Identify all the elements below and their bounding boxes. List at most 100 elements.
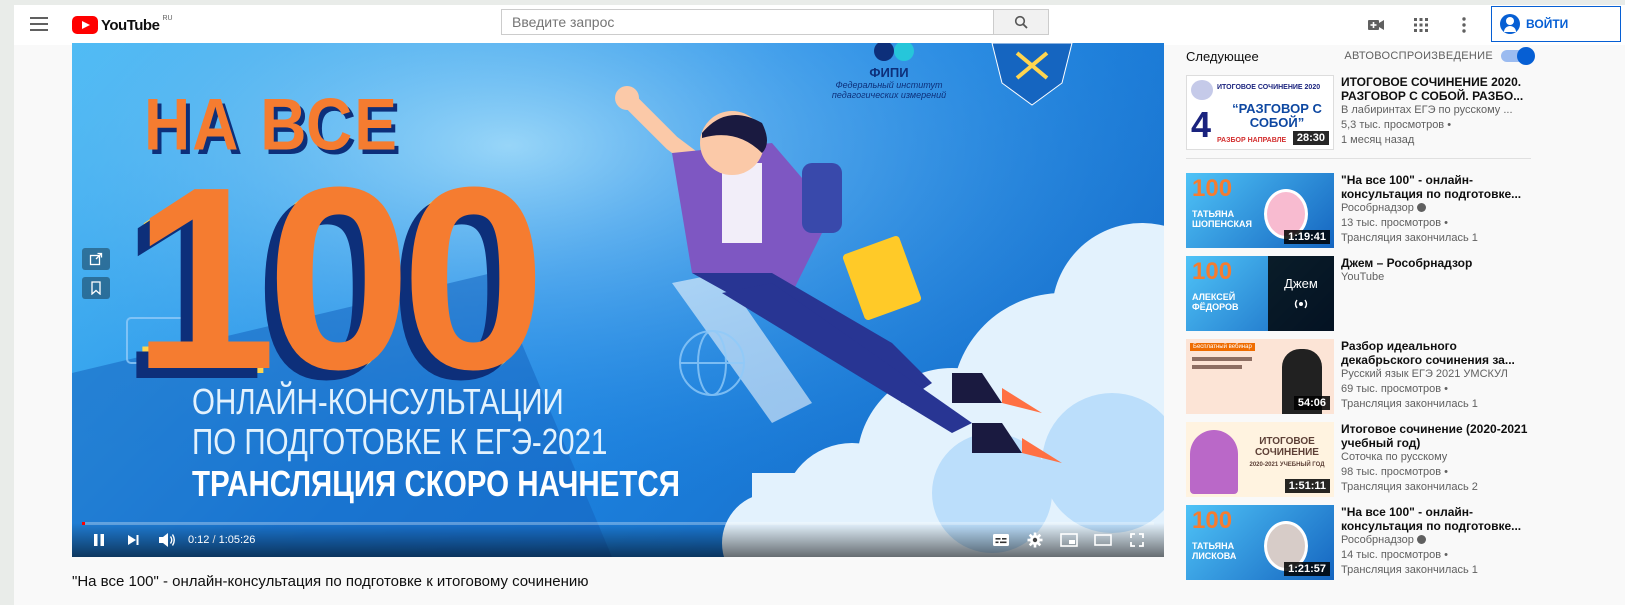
video-title[interactable]: "На все 100" - онлайн-консультация по по… [1341,173,1531,201]
video-meta: "На все 100" - онлайн-консультация по по… [1341,173,1531,248]
banner-subtitle-1: ОНЛАЙН-КОНСУЛЬТАЦИИ [192,381,564,422]
video-duration: 1:21:57 [1284,562,1330,576]
broadcast-icon [1294,299,1308,309]
logo-region: RU [162,15,173,22]
banner-big-number: 100 [132,134,546,424]
video-thumbnail[interactable]: Бесплатный вебинар 54:06 [1186,339,1334,414]
video-thumbnail[interactable]: 100 ТАТЬЯНА ШОПЕНСКАЯ 1:19:41 [1186,173,1334,248]
recommended-video-card[interactable]: ИТОГОВОЕ СОЧИНЕНИЕ 2020-2021 УЧЕБНЫЙ ГОД… [1186,422,1531,497]
view-count: 14 тыс. просмотров • [1341,549,1449,561]
hamburger-menu-icon[interactable] [30,17,48,31]
stream-status: Трансляция закончилась 1 [1341,564,1478,576]
video-title: "На все 100" - онлайн-консультация по по… [72,573,589,590]
channel-name[interactable]: В лабиринтах ЕГЭ по русскому ... [1341,103,1531,118]
sign-in-button[interactable]: ВОЙТИ [1491,6,1621,42]
channel-row: Рособрнадзор [1341,533,1531,548]
video-thumbnail[interactable]: 100 ТАТЬЯНА ЛИСКОВА 1:21:57 [1186,505,1334,580]
thumb-caption: ИТОГОВОЕ СОЧИНЕНИЕ 2020 [1217,84,1321,91]
miniplayer-button[interactable] [1052,523,1086,557]
current-time: 0:12 [188,534,210,546]
masthead: YouTube RU ВОЙТИ [14,5,1625,45]
recommended-video-card[interactable]: Бесплатный вебинар 54:06 Разбор идеально… [1186,339,1531,414]
gear-icon [1027,532,1043,548]
pause-icon [94,534,104,546]
up-next-header: Следующее АВТОВОСПРОИЗВЕДЕНИЕ [1186,45,1535,67]
search-input[interactable] [502,10,993,34]
watch-later-button[interactable] [82,277,110,299]
thumb-number: 4 [1191,104,1212,145]
recommended-mix-card[interactable]: 100 АЛЕКСЕЙ ФЁДОРОВ Джем Джем – Рособрна… [1186,256,1531,331]
video-duration: 1:19:41 [1284,230,1330,244]
fullscreen-button[interactable] [1120,523,1154,557]
video-player[interactable]: НА ВСЕ 100 ОНЛАЙН-КОНСУЛЬТАЦИИ ПО ПОДГОТ… [72,43,1164,557]
skip-next-icon [128,535,139,545]
video-title[interactable]: Итоговое сочинение (2020-2021 учебный го… [1341,422,1531,450]
video-meta: Итоговое сочинение (2020-2021 учебный го… [1341,422,1531,497]
video-thumbnail[interactable]: ИТОГОВОЕ СОЧИНЕНИЕ 2020 4 “РАЗГОВОР С СО… [1186,75,1334,150]
theater-icon [1094,534,1112,546]
view-count: 13 тыс. просмотров • [1341,217,1449,229]
video-thumbnail[interactable]: ИТОГОВОЕ СОЧИНЕНИЕ 2020-2021 УЧЕБНЫЙ ГОД… [1186,422,1334,497]
stream-status: Трансляция закончилась 2 [1341,481,1478,493]
youtube-logo[interactable]: YouTube RU [72,14,173,36]
up-next-video-card[interactable]: ИТОГОВОЕ СОЧИНЕНИЕ 2020 4 “РАЗГОВОР С СО… [1186,75,1531,150]
apps-grid-icon[interactable] [1411,15,1431,35]
video-duration: 28:30 [1292,131,1329,145]
autoplay-toggle[interactable] [1501,47,1535,65]
thumb-number: 100 [1192,175,1233,202]
volume-button[interactable] [150,523,184,557]
mix-label: Джем [1284,276,1318,291]
recommended-video-card[interactable]: 100 ТАТЬЯНА ШОПЕНСКАЯ 1:19:41 "На все 10… [1186,173,1531,248]
channel-name[interactable]: Соточка по русскому [1341,450,1531,465]
thumb-quote: “РАЗГОВОР С СОБОЙ” [1232,101,1322,130]
video-meta: ИТОГОВОЕ СОЧИНЕНИЕ 2020. РАЗГОВОР С СОБО… [1341,75,1531,150]
upload-age: 1 месяц назад [1341,134,1415,146]
theater-mode-button[interactable] [1086,523,1120,557]
more-options-icon[interactable] [1454,15,1474,35]
stream-status: Трансляция закончилась 1 [1341,232,1478,244]
video-title[interactable]: Джем – Рособрнадзор [1341,256,1531,270]
banner-subtitle-3: ТРАНСЛЯЦИЯ СКОРО НАЧНЕТСЯ [192,463,680,504]
next-button[interactable] [116,523,150,557]
video-thumbnail[interactable]: 100 АЛЕКСЕЙ ФЁДОРОВ Джем [1186,256,1334,331]
player-controls: 0:12 / 1:05:26 [72,523,1164,557]
channel-name[interactable]: Рособрнадзор [1341,202,1414,214]
fipi-name: ФИПИ [869,65,909,80]
verified-badge-icon [1416,535,1426,544]
sidebar-divider [1186,158,1531,159]
channel-name[interactable]: Русский язык ЕГЭ 2021 УМСКУЛ [1341,367,1531,382]
search-button[interactable] [993,10,1048,34]
bookmark-icon [91,281,101,295]
thumb-speaker: ТАТЬЯНА ШОПЕНСКАЯ [1192,209,1252,229]
autoplay-label: АВТОВОСПРОИЗВЕДЕНИЕ [1344,50,1493,62]
thumb-number: 100 [1192,507,1233,534]
subtitles-button[interactable] [984,523,1018,557]
video-meta: Джем – Рособрнадзор YouTube [1341,256,1531,331]
view-count: 98 тыс. просмотров • [1341,466,1449,478]
fullscreen-icon [1130,533,1144,547]
time-display: 0:12 / 1:05:26 [188,534,255,546]
video-title[interactable]: Разбор идеального декабрьского сочинения… [1341,339,1531,367]
video-meta: "На все 100" - онлайн-консультация по по… [1341,505,1531,580]
time-separator: / [212,534,216,546]
settings-button[interactable] [1018,523,1052,557]
video-duration: 54:06 [1293,396,1330,410]
recommended-video-card[interactable]: 100 ТАТЬЯНА ЛИСКОВА 1:21:57 "На все 100"… [1186,505,1531,580]
create-video-icon[interactable] [1366,15,1386,35]
right-controls [984,523,1154,557]
up-next-title: Следующее [1186,48,1259,64]
autoplay-control: АВТОВОСПРОИЗВЕДЕНИЕ [1344,47,1535,65]
view-count: 69 тыс. просмотров • [1341,383,1449,395]
channel-name[interactable]: Рособрнадзор [1341,534,1414,546]
thumb-line [1192,365,1242,369]
thumb-number: 100 [1192,258,1233,285]
share-button[interactable] [82,248,110,270]
video-title[interactable]: ИТОГОВОЕ СОЧИНЕНИЕ 2020. РАЗГОВОР С СОБО… [1341,75,1531,103]
channel-name[interactable]: YouTube [1341,270,1531,285]
logo-text: YouTube [101,16,160,34]
video-title[interactable]: "На все 100" - онлайн-консультация по по… [1341,505,1531,533]
pause-button[interactable] [82,523,116,557]
channel-row: Рособрнадзор [1341,201,1531,216]
fipi-logo: ФИПИ Федеральный институт педагогических… [824,43,954,100]
thumb-title: ИТОГОВОЕ СОЧИНЕНИЕ [1255,436,1319,458]
